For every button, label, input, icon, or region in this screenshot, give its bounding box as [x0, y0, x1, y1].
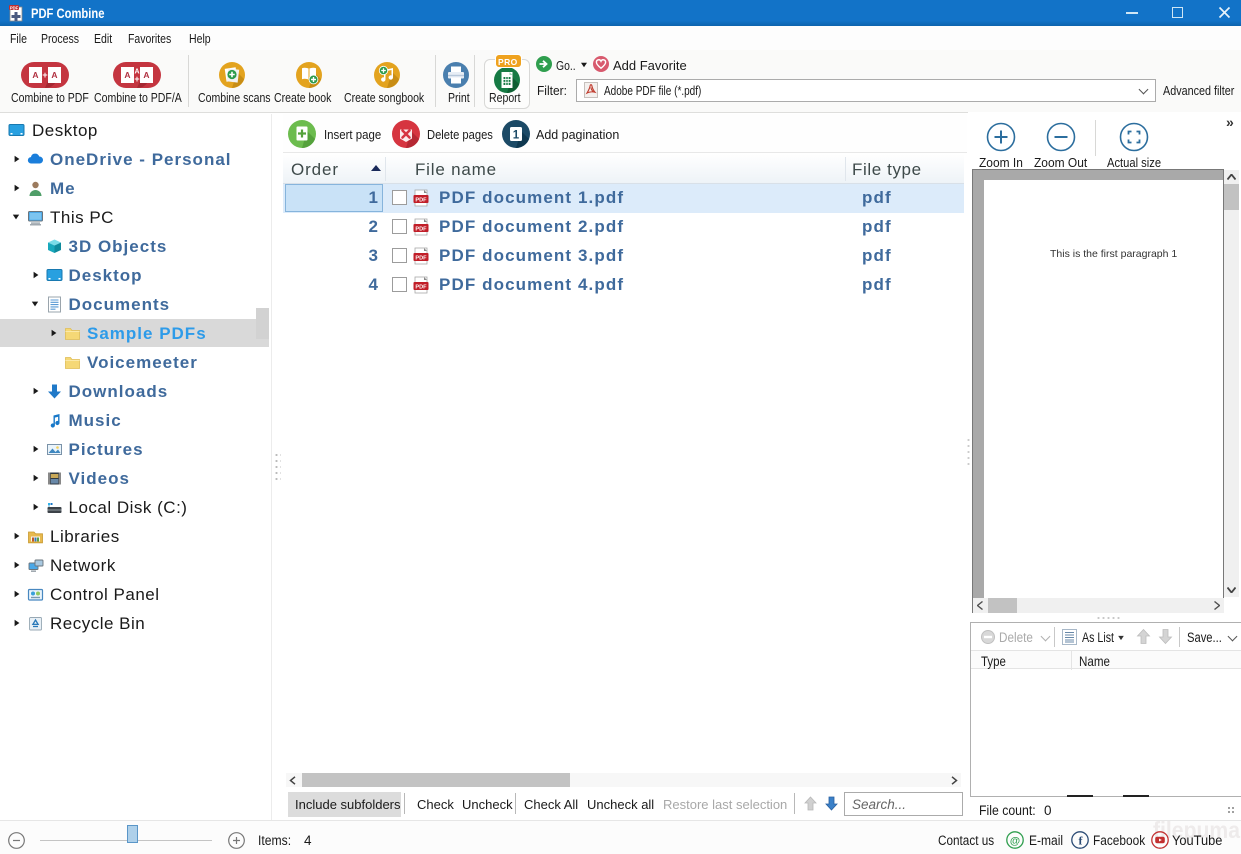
svg-text:+: +: [134, 74, 139, 84]
svg-text:A: A: [32, 70, 38, 80]
svg-text:A: A: [124, 70, 130, 80]
svg-text:f: f: [1079, 834, 1084, 848]
svg-text:@: @: [1010, 835, 1020, 847]
svg-text:PDF: PDF: [10, 5, 19, 10]
svg-text:PDF: PDF: [415, 197, 427, 203]
svg-text:PDF: PDF: [415, 255, 427, 261]
svg-text:A: A: [51, 70, 57, 80]
svg-text:1: 1: [513, 130, 520, 142]
svg-text:A: A: [143, 70, 149, 80]
svg-text:PDF: PDF: [415, 226, 427, 232]
svg-text:PDF: PDF: [415, 284, 427, 290]
svg-text:+: +: [42, 70, 47, 80]
